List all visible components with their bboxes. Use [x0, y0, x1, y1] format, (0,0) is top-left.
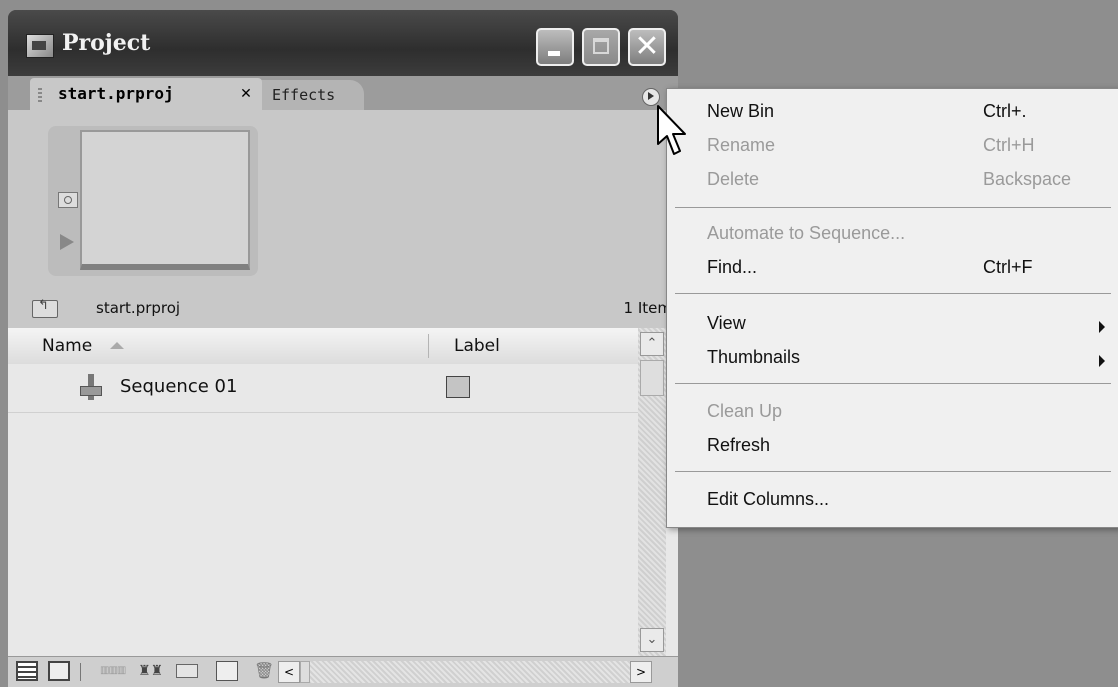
automate-to-sequence-icon[interactable]: ▥▥▥: [100, 661, 126, 681]
menu-separator: [675, 207, 1111, 208]
project-window: Project ✕ Effects start.prproj ✕ start.p…: [8, 10, 678, 687]
horizontal-scrollbar[interactable]: < >: [278, 661, 652, 683]
column-header-label[interactable]: Label: [454, 336, 500, 356]
list-header: Name Label: [8, 328, 638, 365]
tab-close-icon[interactable]: ✕: [238, 86, 254, 102]
column-divider[interactable]: [428, 334, 429, 358]
menu-item-label: New Bin: [707, 101, 775, 121]
scroll-left-button[interactable]: <: [278, 661, 300, 683]
toolbar-divider: [80, 663, 81, 681]
scroll-right-button[interactable]: >: [630, 661, 652, 683]
menu-item-label: Thumbnails: [707, 347, 801, 367]
sequence-icon: [80, 374, 102, 400]
list-view-icon[interactable]: [16, 661, 38, 681]
parent-folder-icon[interactable]: [32, 298, 58, 318]
panel-context-menu: New Bin Ctrl+. Rename Ctrl+H Delete Back…: [666, 88, 1118, 528]
scroll-up-button[interactable]: ⌃: [640, 332, 664, 356]
scroll-thumb[interactable]: [640, 360, 664, 396]
new-bin-icon[interactable]: [176, 664, 198, 678]
project-app-icon: [26, 34, 54, 58]
menu-item-label: View: [707, 313, 746, 333]
submenu-arrow-icon: [1099, 355, 1105, 367]
item-count: 1 Item: [623, 299, 672, 317]
menu-item-view[interactable]: View: [667, 307, 1118, 341]
horizontal-scroll-thumb[interactable]: [300, 661, 310, 683]
menu-item-new-bin[interactable]: New Bin Ctrl+.: [667, 95, 1118, 129]
menu-item-delete[interactable]: Delete Backspace: [667, 163, 1118, 197]
menu-item-clean-up[interactable]: Clean Up: [667, 395, 1118, 429]
menu-item-automate-to-sequence[interactable]: Automate to Sequence...: [667, 217, 1118, 251]
menu-item-find[interactable]: Find... Ctrl+F: [667, 251, 1118, 285]
close-icon: ✕: [634, 29, 660, 64]
label-color-swatch[interactable]: [446, 376, 470, 398]
menu-item-rename[interactable]: Rename Ctrl+H: [667, 129, 1118, 163]
column-header-name[interactable]: Name: [42, 336, 92, 356]
vertical-scrollbar[interactable]: ⌃ ⌄: [638, 328, 666, 656]
bottom-toolbar: ▥▥▥ ♜♜ 🗑 < >: [8, 656, 678, 687]
tab-start-prproj[interactable]: start.prproj ✕: [30, 78, 262, 110]
tab-start-prproj-label: start.prproj: [58, 84, 174, 103]
menu-item-shortcut: Backspace: [983, 169, 1072, 189]
tab-effects-label: Effects: [272, 86, 336, 104]
menu-item-label: Delete: [707, 169, 760, 189]
menu-item-label: Refresh: [707, 435, 771, 455]
maximize-button[interactable]: [582, 28, 620, 66]
minimize-button[interactable]: [536, 28, 574, 66]
menu-item-shortcut: Ctrl+H: [983, 135, 1035, 155]
find-binoculars-icon[interactable]: ♜♜: [138, 661, 163, 681]
scroll-down-button[interactable]: ⌄: [640, 628, 664, 652]
menu-item-label: Find...: [707, 257, 758, 277]
menu-item-label: Clean Up: [707, 401, 783, 421]
menu-item-refresh[interactable]: Refresh: [667, 429, 1118, 463]
preview-thumbnail: [80, 130, 250, 270]
tab-effects[interactable]: Effects: [244, 80, 364, 110]
menu-item-shortcut: Ctrl+.: [983, 101, 1027, 121]
title-bar[interactable]: Project ✕: [8, 10, 678, 76]
menu-item-label: Automate to Sequence...: [707, 223, 906, 243]
list-item-name: Sequence 01: [120, 376, 238, 397]
project-item-list: Name Label Sequence 01 ⌃ ⌄: [8, 328, 678, 656]
menu-separator: [675, 471, 1111, 472]
menu-separator: [675, 293, 1111, 294]
play-icon[interactable]: [60, 234, 74, 250]
path-bar: start.prproj 1 Item: [8, 290, 678, 329]
clear-trash-icon[interactable]: 🗑: [254, 661, 276, 681]
icon-view-icon[interactable]: [48, 661, 70, 681]
close-button[interactable]: ✕: [628, 28, 666, 66]
tab-grip-icon[interactable]: [38, 88, 42, 104]
preview-area: [8, 110, 678, 290]
new-item-icon[interactable]: [216, 661, 238, 681]
list-item-sequence-01[interactable]: Sequence 01: [8, 364, 638, 413]
current-path: start.prproj: [96, 299, 181, 317]
menu-item-thumbnails[interactable]: Thumbnails: [667, 341, 1118, 375]
window-title: Project: [62, 30, 151, 56]
menu-separator: [675, 383, 1111, 384]
sort-ascending-icon[interactable]: [110, 342, 124, 349]
arrow-cursor-icon: [657, 105, 686, 155]
menu-item-label: Rename: [707, 135, 776, 155]
poster-frame-camera-icon[interactable]: [58, 192, 78, 208]
menu-item-edit-columns[interactable]: Edit Columns...: [667, 483, 1118, 517]
menu-item-label: Edit Columns...: [707, 489, 830, 509]
menu-item-shortcut: Ctrl+F: [983, 257, 1033, 277]
panel-tab-strip: Effects start.prproj ✕: [8, 76, 678, 110]
submenu-arrow-icon: [1099, 321, 1105, 333]
